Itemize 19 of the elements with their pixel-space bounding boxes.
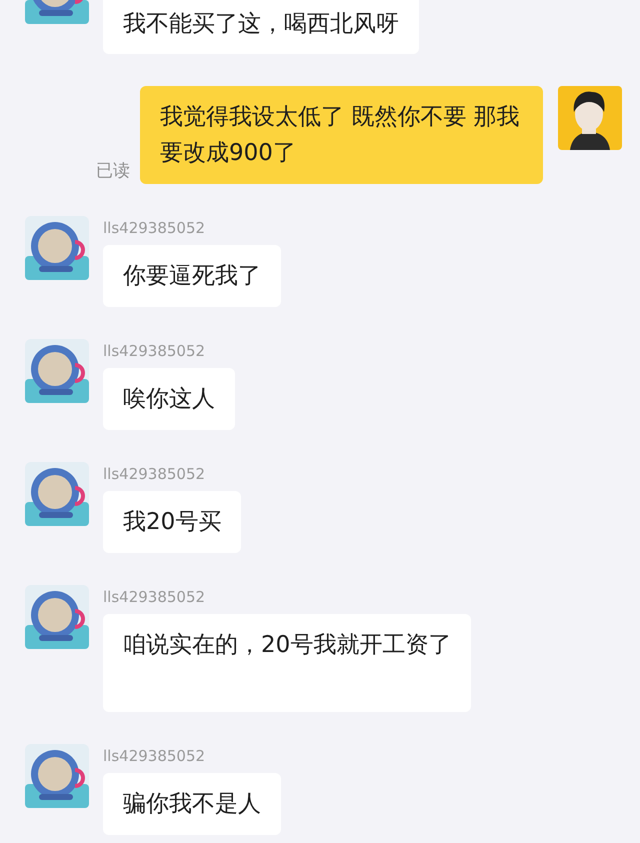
message-bubble: 骗你我不是人 bbox=[103, 773, 281, 835]
sender-name: lls429385052 bbox=[103, 342, 206, 360]
read-receipt: 已读 bbox=[96, 160, 130, 182]
message-bubble: 唉你这人 bbox=[103, 368, 235, 430]
avatar-icon bbox=[25, 339, 89, 403]
sender-name: lls429385052 bbox=[103, 588, 206, 606]
message-bubble: 我不能买了这，喝西北风呀 bbox=[103, 0, 419, 54]
message-bubble: 我觉得我设太低了 既然你不要 那我要改成900了 bbox=[140, 86, 543, 184]
sender-name: lls429385052 bbox=[103, 465, 206, 483]
sender-name: lls429385052 bbox=[103, 219, 206, 237]
message-bubble: 你要逼死我了 bbox=[103, 245, 281, 307]
avatar-icon bbox=[25, 744, 89, 808]
message-bubble: 咱说实在的，20号我就开工资了 bbox=[103, 614, 472, 712]
sender-name: lls429385052 bbox=[103, 747, 206, 765]
avatar-icon bbox=[25, 585, 89, 649]
avatar-icon bbox=[25, 462, 89, 526]
message-bubble: 我20号买 bbox=[103, 491, 242, 553]
avatar-icon bbox=[25, 216, 89, 280]
avatar-icon bbox=[558, 86, 622, 150]
